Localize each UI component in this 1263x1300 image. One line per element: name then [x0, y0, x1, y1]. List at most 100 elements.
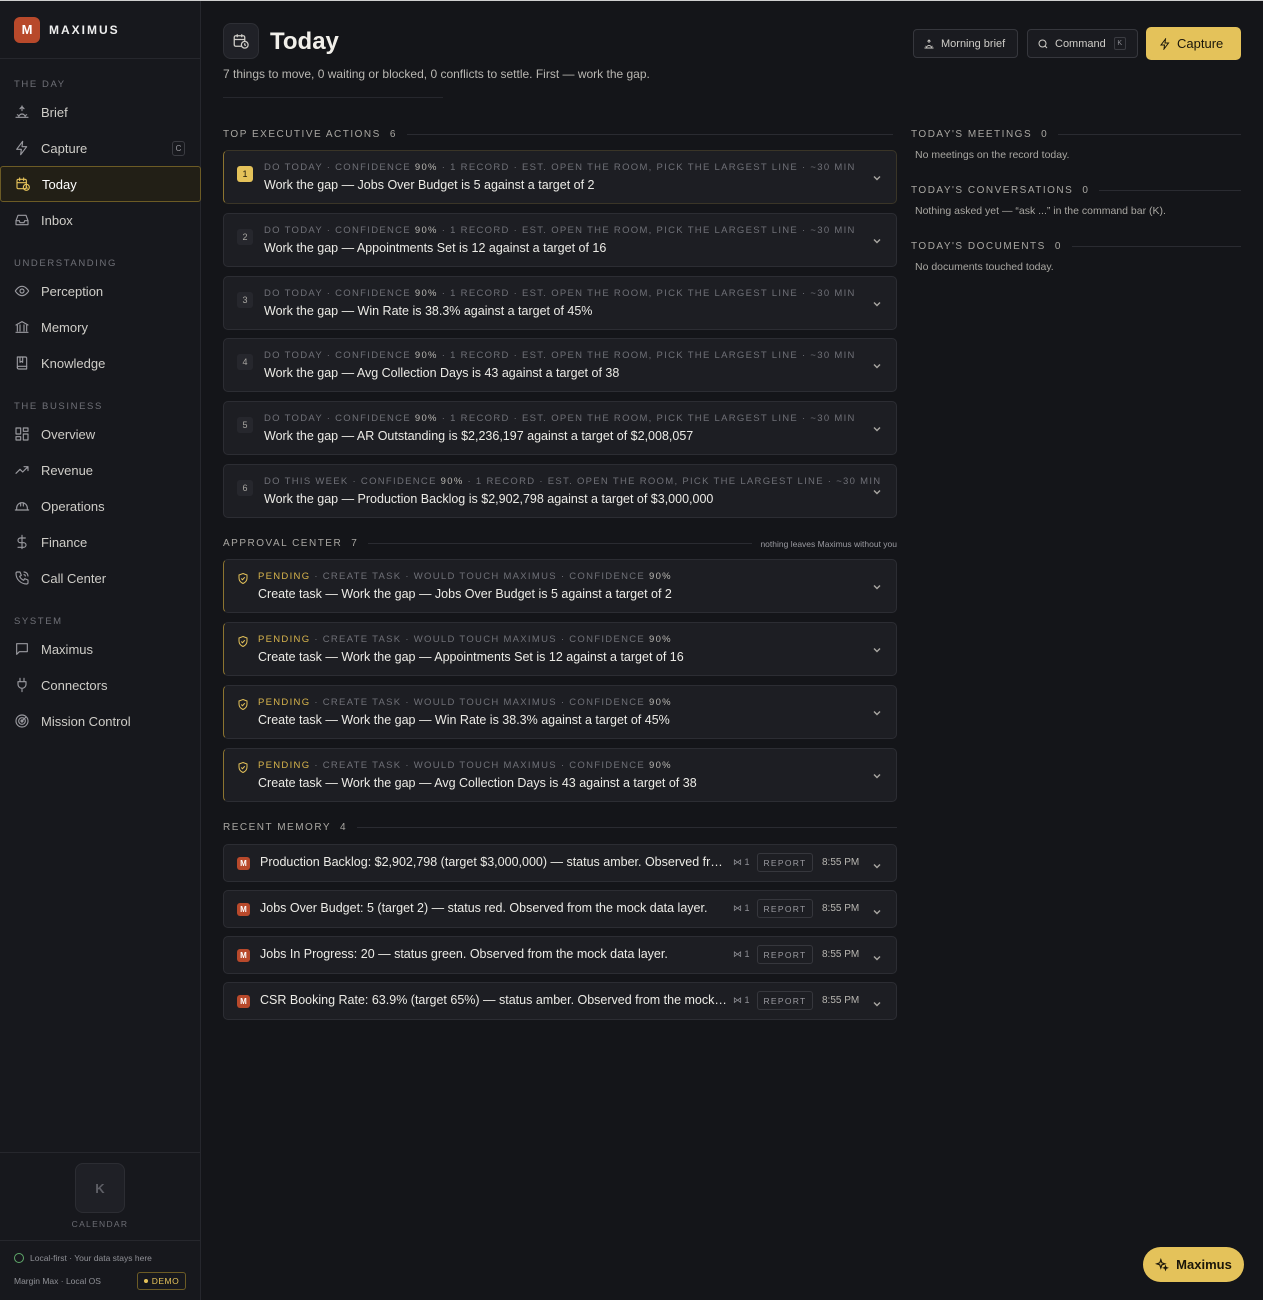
sunrise-icon: [923, 38, 941, 50]
memory-title: RECENT MEMORY: [223, 822, 332, 833]
memory-type-tag[interactable]: REPORT: [757, 899, 813, 918]
action-card[interactable]: 5 DO TODAY · CONFIDENCE 90% · 1 RECORD · …: [223, 401, 897, 455]
approval-meta-rest: · CREATE TASK · WOULD TOUCH MAXIMUS · CO…: [310, 634, 649, 645]
approval-meta-rest: · CREATE TASK · WOULD TOUCH MAXIMUS · CO…: [310, 760, 649, 771]
trending-up-icon: [14, 462, 30, 478]
inbox-icon: [14, 212, 30, 228]
page-subtitle: 7 things to move, 0 waiting or blocked, …: [223, 67, 650, 81]
chevron-down-icon[interactable]: [872, 996, 882, 1007]
morning-brief-button[interactable]: Morning brief: [913, 29, 1018, 58]
brand-logo: M: [14, 16, 40, 43]
sidebar-item-revenue[interactable]: Revenue: [0, 452, 200, 488]
demo-badge[interactable]: DEMO: [137, 1272, 186, 1290]
chevron-down-icon[interactable]: [872, 642, 882, 653]
action-confidence: 90%: [414, 162, 438, 173]
chevron-down-icon[interactable]: [872, 858, 882, 869]
memory-time: 8:55 PM: [822, 995, 860, 1006]
chevron-down-icon[interactable]: [872, 904, 882, 915]
chat-icon: [14, 641, 30, 657]
memory-row[interactable]: M CSR Booking Rate: 63.9% (target 65%) — …: [223, 982, 897, 1020]
approval-card[interactable]: PENDING · CREATE TASK · WOULD TOUCH MAXI…: [223, 559, 897, 613]
sidebar-item-today[interactable]: Today: [0, 166, 201, 202]
action-meta: DO TODAY · CONFIDENCE 90% · 1 RECORD · E…: [264, 162, 856, 173]
memory-type-tag[interactable]: REPORT: [757, 945, 813, 964]
memory-time: 8:55 PM: [822, 949, 860, 960]
chevron-down-icon[interactable]: [872, 705, 882, 716]
top-actions-count: 6: [389, 129, 397, 140]
action-rank: 4: [237, 354, 253, 370]
meetings-panel: TODAY'S MEETINGS 0 No meetings on the rec…: [911, 129, 1241, 161]
calendar-clock-icon: [15, 176, 31, 192]
bolt-icon: [14, 140, 30, 156]
memory-text: Jobs In Progress: 20 — status green. Obs…: [260, 947, 668, 961]
action-card[interactable]: 1 DO TODAY · CONFIDENCE 90% · 1 RECORD · …: [223, 150, 897, 204]
sidebar-item-perception[interactable]: Perception: [0, 273, 200, 309]
action-when: DO TODAY: [264, 413, 323, 424]
radar-icon: [14, 713, 30, 729]
sidebar-item-capture[interactable]: Capture C: [0, 130, 200, 166]
action-confidence: 90%: [414, 413, 438, 424]
action-card[interactable]: 6 DO THIS WEEK · CONFIDENCE 90% · 1 RECOR…: [223, 464, 897, 518]
approval-confidence: 90%: [648, 697, 672, 708]
action-card[interactable]: 4 DO TODAY · CONFIDENCE 90% · 1 RECORD · …: [223, 338, 897, 392]
sidebar-item-operations[interactable]: Operations: [0, 488, 200, 524]
sidebar-item-label: Call Center: [41, 570, 107, 586]
sidebar-item-knowledge[interactable]: Knowledge: [0, 345, 200, 381]
approval-card[interactable]: PENDING · CREATE TASK · WOULD TOUCH MAXI…: [223, 685, 897, 739]
brand[interactable]: M MAXIMUS: [0, 1, 200, 59]
sidebar-item-maximus[interactable]: Maximus: [0, 631, 200, 667]
sidebar-item-connectors[interactable]: Connectors: [0, 667, 200, 703]
action-when: DO TODAY: [264, 162, 323, 173]
sidebar-item-mission-control[interactable]: Mission Control: [0, 703, 200, 739]
action-title: Work the gap — Avg Collection Days is 43…: [264, 366, 620, 380]
action-when: DO THIS WEEK: [264, 476, 349, 487]
sidebar-section-label: UNDERSTANDING: [14, 258, 117, 269]
command-button[interactable]: Command K: [1027, 29, 1138, 58]
conversations-empty-text: Nothing asked yet — “ask ...” in the com…: [915, 205, 1166, 217]
sidebar-item-finance[interactable]: Finance: [0, 524, 200, 560]
chevron-down-icon[interactable]: [872, 768, 882, 779]
calendar-key-button[interactable]: K: [75, 1163, 125, 1213]
approval-note: nothing leaves Maximus without you: [760, 538, 897, 549]
approval-header: APPROVAL CENTER 7 nothing leaves Maximus…: [223, 538, 897, 549]
action-card[interactable]: 2 DO TODAY · CONFIDENCE 90% · 1 RECORD · …: [223, 213, 897, 267]
chevron-down-icon[interactable]: [872, 484, 882, 495]
chevron-down-icon[interactable]: [872, 358, 882, 369]
sidebar-item-brief[interactable]: Brief: [0, 94, 200, 130]
shield-check-icon: [237, 572, 249, 585]
chevron-down-icon[interactable]: [872, 950, 882, 961]
action-meta: DO THIS WEEK · CONFIDENCE 90% · 1 RECORD…: [264, 476, 881, 487]
chevron-down-icon[interactable]: [872, 233, 882, 244]
memory-type-tag[interactable]: REPORT: [757, 853, 813, 872]
sidebar-item-memory[interactable]: Memory: [0, 309, 200, 345]
action-card[interactable]: 3 DO TODAY · CONFIDENCE 90% · 1 RECORD · …: [223, 276, 897, 330]
sidebar-item-label: Revenue: [41, 462, 94, 478]
chevron-down-icon[interactable]: [872, 296, 882, 307]
capture-button[interactable]: Capture: [1146, 27, 1241, 60]
memory-type-tag[interactable]: REPORT: [757, 991, 813, 1010]
maximus-assistant-button[interactable]: Maximus: [1143, 1247, 1244, 1282]
sidebar-item-call-center[interactable]: Call Center: [0, 560, 200, 596]
memory-count: 4: [340, 822, 348, 833]
action-confidence-label: · CONFIDENCE: [322, 225, 415, 236]
section-rule: [1058, 134, 1241, 135]
memory-row[interactable]: M Production Backlog: $2,902,798 (target …: [223, 844, 897, 882]
chevron-down-icon[interactable]: [872, 421, 882, 432]
sidebar-item-overview[interactable]: Overview: [0, 416, 200, 452]
approval-card[interactable]: PENDING · CREATE TASK · WOULD TOUCH MAXI…: [223, 622, 897, 676]
chevron-down-icon[interactable]: [872, 579, 882, 590]
sidebar-item-inbox[interactable]: Inbox: [0, 202, 200, 238]
sidebar-item-label: Inbox: [41, 212, 73, 228]
action-confidence-label: · CONFIDENCE: [322, 288, 415, 299]
memory-row[interactable]: M Jobs Over Budget: 5 (target 2) — status…: [223, 890, 897, 928]
documents-empty-text: No documents touched today.: [915, 261, 1054, 273]
sidebar-nav: THE DAY Brief Capture C Today Inbox UNDERSTAND…: [0, 79, 201, 739]
chevron-down-icon[interactable]: [872, 170, 882, 181]
action-meta-rest: · 1 RECORD · EST. OPEN THE ROOM, PICK TH…: [437, 162, 856, 173]
calendar-label: CALENDAR: [71, 1219, 129, 1229]
action-confidence-label: · CONFIDENCE: [322, 413, 415, 424]
memory-text: Production Backlog: $2,902,798 (target $…: [260, 855, 728, 869]
approval-card[interactable]: PENDING · CREATE TASK · WOULD TOUCH MAXI…: [223, 748, 897, 802]
memory-row[interactable]: M Jobs In Progress: 20 — status green. Ob…: [223, 936, 897, 974]
check-circle-icon: [14, 1253, 24, 1263]
